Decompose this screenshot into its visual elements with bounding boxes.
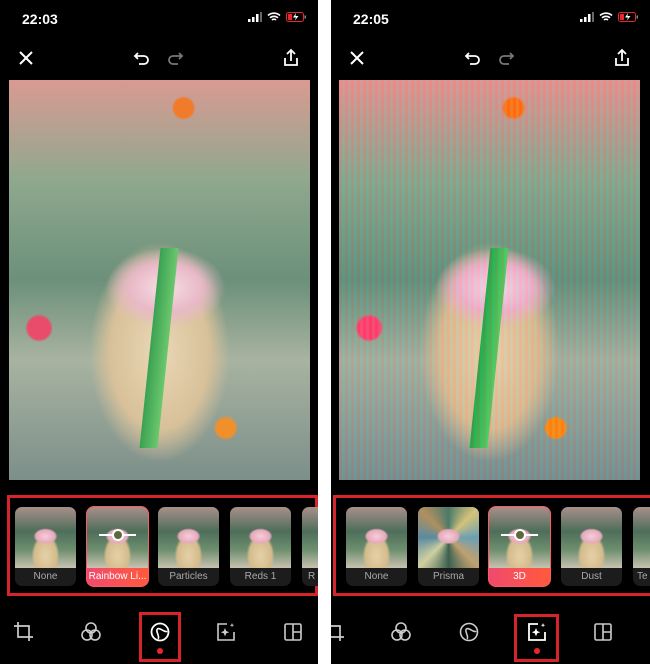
effect-preview xyxy=(561,507,622,568)
effect-preview xyxy=(418,507,479,568)
share-icon xyxy=(284,48,298,66)
effect-label: Reds 1 xyxy=(244,571,277,582)
effect-preview xyxy=(302,507,318,568)
effect-preview xyxy=(633,507,650,568)
wifi-icon xyxy=(599,12,613,21)
wifi-icon xyxy=(267,12,281,21)
magic-sparkle-icon xyxy=(217,623,235,641)
share-button[interactable] xyxy=(612,48,632,68)
bouquet-stems xyxy=(139,248,179,448)
effect-label: Particles xyxy=(169,571,208,582)
redo-button[interactable] xyxy=(496,48,516,68)
layout-tool[interactable] xyxy=(282,621,304,643)
filters-tool[interactable] xyxy=(390,621,412,643)
status-icons xyxy=(248,12,306,22)
effect-label: Prisma xyxy=(432,571,465,582)
effect-thumb-particles[interactable]: Particles xyxy=(158,507,219,586)
crop-icon xyxy=(14,622,33,641)
effect-thumb-none[interactable]: None xyxy=(15,507,76,586)
effect-label: Dust xyxy=(581,571,602,582)
crop-icon xyxy=(331,625,344,641)
effect-thumb-rainbow-light[interactable]: Rainbow Li... xyxy=(86,506,149,587)
undo-icon xyxy=(133,52,149,65)
battery-charging-icon xyxy=(286,12,306,22)
close-icon xyxy=(350,51,364,65)
effect-label: R xyxy=(308,571,316,582)
share-icon xyxy=(615,48,629,66)
effect-preview xyxy=(230,507,291,568)
layout-icon xyxy=(284,623,302,641)
effect-label: Rainbow Li... xyxy=(87,568,148,586)
undo-icon xyxy=(464,52,480,65)
crop-tool[interactable] xyxy=(331,621,346,643)
effect-preview xyxy=(346,507,407,568)
magic-tool[interactable] xyxy=(215,621,237,643)
effect-label: None xyxy=(33,571,58,582)
status-time: 22:05 xyxy=(353,11,389,27)
photo-canvas[interactable] xyxy=(9,80,310,480)
highlight-box-active-tool xyxy=(514,614,559,662)
signal-icon xyxy=(248,12,262,22)
intensity-slider[interactable] xyxy=(99,529,136,541)
redo-icon xyxy=(499,52,515,65)
effect-thumb-partial[interactable]: R xyxy=(302,507,318,586)
bouquet-stems xyxy=(469,248,509,448)
signal-icon xyxy=(580,12,594,22)
active-tool-indicator xyxy=(157,648,163,654)
layout-tool[interactable] xyxy=(592,621,614,643)
close-button[interactable] xyxy=(347,48,367,68)
active-tool-indicator xyxy=(534,648,540,654)
slider-handle[interactable] xyxy=(111,529,124,541)
editor-screen-1: 22:03 None Rainbow Li... Particles Reds … xyxy=(0,0,318,664)
status-time: 22:03 xyxy=(22,11,58,27)
share-button[interactable] xyxy=(281,48,301,68)
redo-button[interactable] xyxy=(165,48,185,68)
editor-screen-2: 22:05 None Prisma 3D Dust Te xyxy=(331,0,650,664)
slider-handle[interactable] xyxy=(513,529,526,541)
status-icons xyxy=(580,12,638,22)
close-icon xyxy=(19,51,33,65)
intensity-slider[interactable] xyxy=(501,529,538,541)
effects-tool[interactable] xyxy=(458,621,480,643)
effect-label: None xyxy=(364,571,389,582)
effects-curve-icon xyxy=(459,622,479,642)
battery-charging-icon xyxy=(618,12,638,22)
effect-thumb-dust[interactable]: Dust xyxy=(561,507,622,586)
effect-thumb-reds-1[interactable]: Reds 1 xyxy=(230,507,291,586)
close-button[interactable] xyxy=(16,48,36,68)
effect-thumb-partial[interactable]: Te xyxy=(633,507,650,586)
photo-canvas[interactable] xyxy=(339,80,640,480)
filters-icon xyxy=(81,622,101,641)
effect-thumb-3d[interactable]: 3D xyxy=(488,506,551,587)
undo-button[interactable] xyxy=(463,48,483,68)
effect-thumb-none[interactable]: None xyxy=(346,507,407,586)
highlight-box-active-tool xyxy=(139,612,181,662)
layout-icon xyxy=(594,623,612,641)
effect-thumb-prisma[interactable]: Prisma xyxy=(418,507,479,586)
crop-tool[interactable] xyxy=(13,621,35,643)
effect-label: 3D xyxy=(489,568,550,586)
filters-icon xyxy=(391,622,411,641)
effect-label: Te xyxy=(637,571,648,582)
filters-tool[interactable] xyxy=(80,621,102,643)
undo-button[interactable] xyxy=(132,48,152,68)
effect-preview xyxy=(158,507,219,568)
redo-icon xyxy=(168,52,184,65)
effect-preview xyxy=(15,507,76,568)
